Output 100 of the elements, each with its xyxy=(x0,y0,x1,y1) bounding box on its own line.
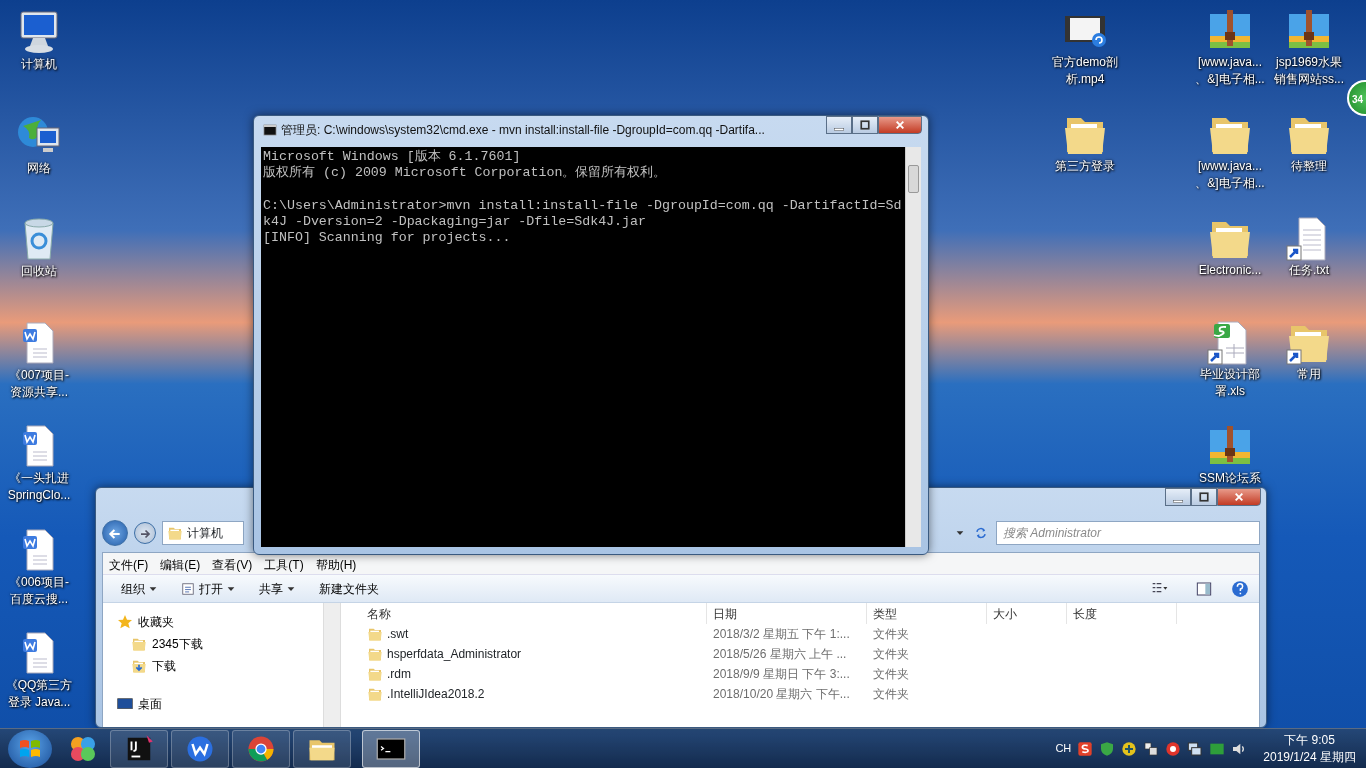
icon-label: [www.java... 、&]电子相... xyxy=(1195,158,1265,192)
maximize-button[interactable] xyxy=(1191,488,1217,506)
folder-icon xyxy=(367,646,383,662)
icon-label: 《007项目- 资源共享... xyxy=(9,366,69,401)
shield-icon[interactable] xyxy=(1099,740,1116,757)
file-name[interactable]: .IntelliJIdea2018.2 xyxy=(361,685,707,703)
refresh-icon xyxy=(974,526,988,540)
icon-label: 任务.txt xyxy=(1289,262,1329,279)
window-title: 管理员: C:\windows\system32\cmd.exe - mvn install:install-file -DgroupId=com.qq -Dartifa... xyxy=(281,122,765,139)
address-bar[interactable]: 计算机 xyxy=(162,521,244,545)
language-indicator[interactable]: CH xyxy=(1055,740,1072,757)
icon-label: 待整理 xyxy=(1291,158,1327,175)
console-line: C:\Users\Administrator>mvn install:install-file -DgroupId=com.qq -DartifactId=Sd xyxy=(263,197,903,214)
close-button[interactable] xyxy=(1217,488,1261,506)
icon-label: 《一头扎进 SpringClo... xyxy=(7,470,71,504)
scrollbar[interactable] xyxy=(905,147,921,547)
caret-icon xyxy=(287,584,295,593)
taskbar-button[interactable] xyxy=(362,729,420,768)
sidebar-item[interactable]: 2345下载 xyxy=(131,633,203,655)
file-date: 2018/10/20 星期六 下午... xyxy=(712,686,851,703)
clock-time[interactable]: 下午 9:05 xyxy=(1263,731,1356,749)
taskbar-button[interactable] xyxy=(293,729,351,768)
desktop-icon xyxy=(117,696,133,712)
back-button[interactable] xyxy=(102,520,128,546)
right-arrow-icon xyxy=(139,528,151,541)
sidebar-item[interactable]: 桌面 xyxy=(117,693,162,715)
network-icon[interactable] xyxy=(1187,740,1204,757)
window-icon xyxy=(181,581,195,596)
column-header[interactable]: 日期 xyxy=(707,603,867,624)
sidebar-item[interactable]: 下载 xyxy=(131,655,176,677)
minimize-button[interactable] xyxy=(1165,488,1191,506)
menu-item[interactable]: 工具(T) xyxy=(258,553,310,574)
file-name-text: .IntelliJIdea2018.2 xyxy=(387,686,485,703)
column-header[interactable]: 大小 xyxy=(987,603,1067,624)
search-field[interactable]: 搜索 Administrator xyxy=(996,521,1260,545)
icon-label: jsp1969水果 销售网站ss... xyxy=(1274,54,1344,88)
s-logo-icon[interactable] xyxy=(1077,740,1094,757)
column-header[interactable]: 名称 xyxy=(361,603,707,624)
file-type: 文件夹 xyxy=(872,686,910,703)
console-line: k4J -Dversion=2 -Dpackaging=jar -Dfile=Sdk4J.jar xyxy=(263,213,647,230)
toolbar-button[interactable]: 新建文件夹 xyxy=(309,576,389,601)
breadcrumb-item[interactable]: 计算机 xyxy=(187,524,223,542)
icon-label: 回收站 xyxy=(21,263,57,280)
close-button[interactable] xyxy=(878,116,922,134)
column-header[interactable]: 类型 xyxy=(867,603,987,624)
caret-icon xyxy=(227,584,235,593)
icon-label: 官方demo剖 析.mp4 xyxy=(1052,54,1118,88)
menu-item[interactable]: 编辑(E) xyxy=(154,553,207,574)
icon-label: 毕业设计部 署.xls xyxy=(1200,366,1260,400)
menu-item[interactable]: 帮助(H) xyxy=(309,553,363,574)
file-type: 文件夹 xyxy=(872,626,910,643)
file-date: 2018/9/9 星期日 下午 3:... xyxy=(712,666,851,683)
maximize-icon xyxy=(860,120,870,131)
file-date: 2018/5/26 星期六 上午 ... xyxy=(712,646,848,663)
star-icon xyxy=(117,614,133,630)
file-name[interactable]: .rdm xyxy=(361,665,707,683)
folder-icon xyxy=(131,636,147,652)
caret-icon xyxy=(956,529,964,537)
forward-button[interactable] xyxy=(134,522,156,544)
icon-label: 常用 xyxy=(1297,366,1321,383)
caret-icon xyxy=(149,584,157,593)
column-header[interactable]: 长度 xyxy=(1067,603,1177,624)
plus-circle-icon[interactable] xyxy=(1121,740,1138,757)
taskbar-button[interactable] xyxy=(171,729,229,768)
maximize-button[interactable] xyxy=(852,116,878,134)
sidebar-item[interactable]: 收藏夹 xyxy=(117,611,174,633)
scrollbar[interactable] xyxy=(323,603,340,727)
start-button[interactable] xyxy=(8,729,52,768)
console-icon xyxy=(262,124,278,136)
help-icon[interactable] xyxy=(1231,579,1249,598)
toolbar-button[interactable]: 组织 xyxy=(111,576,167,601)
menu-item[interactable]: 查看(V) xyxy=(206,553,259,574)
icon-label: 第三方登录 xyxy=(1055,158,1115,175)
console-line: Microsoft Windows [版本 6.1.7601] xyxy=(263,149,522,165)
file-name-text: hsperfdata_Administrator xyxy=(387,646,522,663)
file-type: 文件夹 xyxy=(872,646,910,663)
console-line: [INFO] Scanning for projects... xyxy=(263,230,512,247)
minimize-icon xyxy=(834,127,844,131)
clock-date[interactable]: 2019/1/24 星期四 xyxy=(1263,748,1356,766)
ring-icon[interactable] xyxy=(1165,740,1182,757)
file-name[interactable]: .swt xyxy=(361,625,707,643)
icon-label: 计算机 xyxy=(21,56,57,73)
preview-pane-icon[interactable] xyxy=(1195,580,1213,597)
folder-icon xyxy=(367,686,383,702)
download-folder-icon xyxy=(131,658,147,674)
minimize-button[interactable] xyxy=(826,116,852,134)
minimize-icon xyxy=(1173,499,1183,503)
console-line: 版权所有 (c) 2009 Microsoft Corporation。保留所有权利。 xyxy=(263,165,668,182)
file-name[interactable]: hsperfdata_Administrator xyxy=(361,645,707,663)
toolbar-button[interactable]: 共享 xyxy=(249,576,305,601)
folder-icon xyxy=(367,666,383,682)
folder-icon xyxy=(167,525,183,541)
maximize-icon xyxy=(1199,492,1209,503)
menu-item[interactable]: 文件(F) xyxy=(103,553,155,574)
taskbar-button[interactable] xyxy=(232,729,290,768)
file-date: 2018/3/2 星期五 下午 1:... xyxy=(712,626,851,643)
icon-label: 《QQ第三方 登录 Java... xyxy=(5,677,73,711)
icon-label: Electronic... xyxy=(1198,262,1262,279)
icon-label: 网络 xyxy=(27,159,51,177)
toolbar-button[interactable]: 打开 xyxy=(171,576,245,601)
